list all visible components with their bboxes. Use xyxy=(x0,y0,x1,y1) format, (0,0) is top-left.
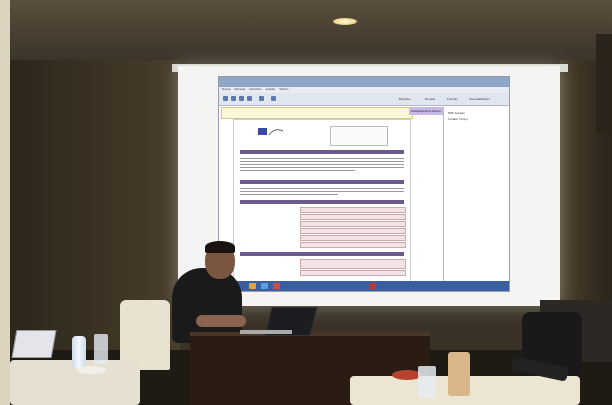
left-laptop xyxy=(11,330,57,358)
menu-item: Dosya xyxy=(222,87,231,91)
taskbar xyxy=(219,281,509,291)
taskbar-app-icon xyxy=(249,283,256,289)
taskbar-app-icon xyxy=(261,283,268,289)
text-block xyxy=(240,186,404,197)
menu-item: Araçlar xyxy=(265,87,276,91)
toolbar-item: Güvenlik/Erişim xyxy=(469,97,490,101)
form-field xyxy=(300,207,406,213)
toolbar-item: Denetle xyxy=(425,97,436,101)
form-field xyxy=(300,259,406,269)
form-field-row xyxy=(240,207,406,213)
form-field xyxy=(300,235,406,241)
section-header xyxy=(240,150,404,154)
form-field xyxy=(300,228,406,234)
ceiling xyxy=(0,0,612,60)
left-pillar xyxy=(0,0,10,405)
form-document xyxy=(233,119,411,286)
form-field-row xyxy=(240,270,406,276)
form-field xyxy=(300,221,406,227)
section-header xyxy=(240,180,404,184)
notice-button: Kolaylaştırılmış Düzen xyxy=(409,107,443,115)
text-block xyxy=(240,156,404,173)
form-field-row xyxy=(240,242,406,248)
wine-glass xyxy=(94,334,108,364)
notice-button-label: Kolaylaştırılmış Düzen xyxy=(411,109,441,113)
tools-side-pane: PDF Araçları İmzalar Yüzeyi xyxy=(443,107,508,287)
zoom-icon xyxy=(271,96,276,101)
open-icon xyxy=(223,96,228,101)
glass-cup xyxy=(418,366,436,398)
corner-wall xyxy=(596,34,612,134)
photo-scene: Dosya Düzenle Görünüm Araçlar Yardım Büy… xyxy=(0,0,612,405)
form-field-row xyxy=(240,228,406,234)
application-info-box xyxy=(330,126,388,146)
menu-item: Yardım xyxy=(278,87,289,91)
section-header xyxy=(240,252,404,256)
form-field-row xyxy=(240,214,406,220)
pdf-app-icon xyxy=(369,283,376,289)
form-field xyxy=(300,214,406,220)
window-titlebar xyxy=(219,77,509,87)
eu-logo-icon xyxy=(258,128,284,136)
pane-item: PDF Araçları xyxy=(448,111,466,115)
menu-item: Görünüm xyxy=(249,87,262,91)
projected-document-window: Dosya Düzenle Görünüm Araçlar Yardım Büy… xyxy=(218,76,510,292)
form-field xyxy=(300,242,406,248)
presenter-arms xyxy=(196,315,246,327)
page-nav-icon xyxy=(259,96,264,101)
section-header xyxy=(240,200,404,204)
form-field-row xyxy=(240,235,406,241)
window-toolbar: Büyütme Denetle Formlar Güvenlik/Erişim xyxy=(219,93,509,106)
menu-item: Düzenle xyxy=(234,87,246,91)
form-field xyxy=(300,270,406,276)
toolbar-item: Formlar xyxy=(447,97,458,101)
save-icon xyxy=(231,96,236,101)
form-field-row xyxy=(240,259,406,269)
laptop-base xyxy=(240,330,292,334)
mail-icon xyxy=(247,96,252,101)
presenter-hair xyxy=(205,241,235,253)
print-icon xyxy=(239,96,244,101)
plate xyxy=(76,366,106,374)
drink-glass xyxy=(448,352,470,396)
toolbar-item: Büyütme xyxy=(399,97,411,101)
pane-item: İmzalar Yüzeyi xyxy=(448,117,468,121)
form-notice-bar xyxy=(221,107,413,119)
form-field-row xyxy=(240,221,406,227)
taskbar-app-icon xyxy=(273,283,280,289)
ceiling-light xyxy=(333,18,357,25)
water-bottle xyxy=(72,336,86,368)
